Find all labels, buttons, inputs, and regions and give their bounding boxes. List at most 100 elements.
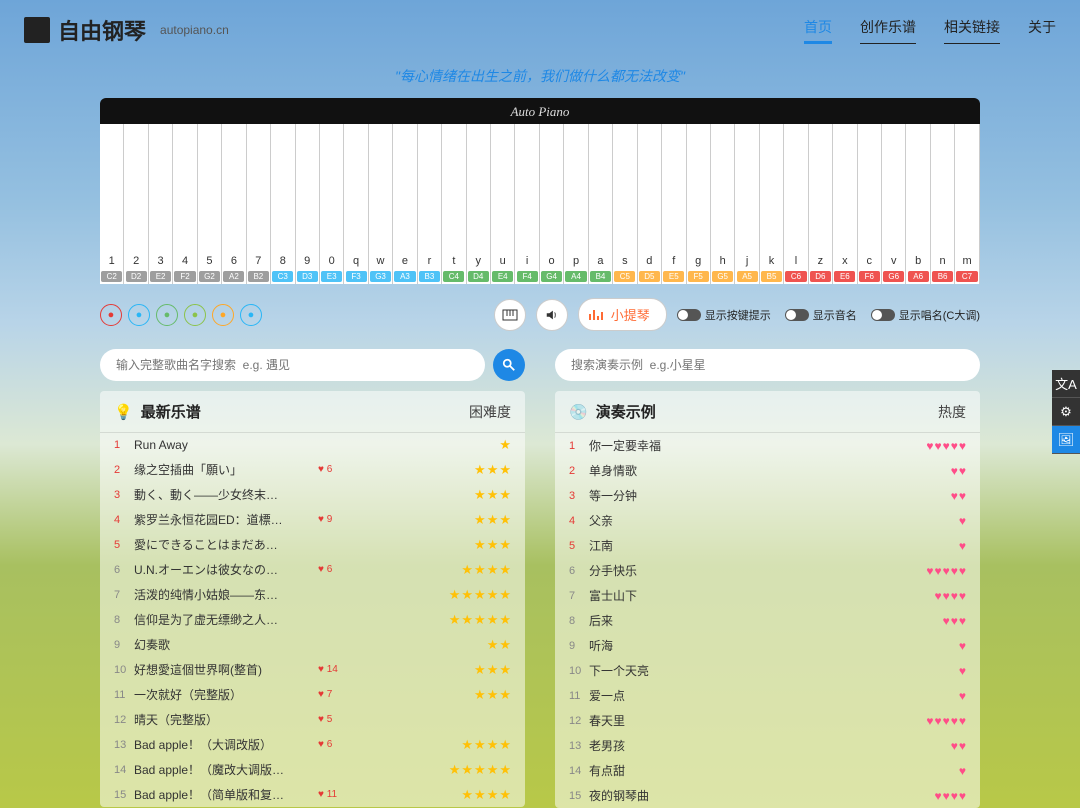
wechat-icon[interactable]: ● [156, 304, 178, 326]
keyboard-toggle-button[interactable] [494, 299, 526, 331]
score-row[interactable]: 6U.N.オーエンは彼女なの…♥ 6★★★★ [100, 557, 525, 582]
white-key[interactable]: mC7 [955, 124, 979, 284]
white-key[interactable]: xE6 [833, 124, 857, 284]
example-row[interactable]: 6分手快乐♥♥♥♥♥ [555, 558, 980, 583]
example-search-input[interactable] [555, 349, 980, 381]
example-row[interactable]: 14有点甜♥ [555, 758, 980, 783]
white-key[interactable]: rB3 [418, 124, 442, 284]
qq-icon[interactable]: ● [128, 304, 150, 326]
score-row[interactable]: 11一次就好（完整版）♥ 7★★★ [100, 682, 525, 707]
song-search-button[interactable] [493, 349, 525, 381]
likes: ♥ 6 [318, 564, 332, 575]
toggle[interactable]: 显示唱名(C大调) [871, 307, 980, 323]
white-key[interactable]: wG3 [369, 124, 393, 284]
white-key[interactable]: uE4 [491, 124, 515, 284]
nav-link[interactable]: 创作乐谱 [860, 17, 916, 44]
score-row[interactable]: 1Run Away★ [100, 433, 525, 457]
example-row[interactable]: 1你一定要幸福♥♥♥♥♥ [555, 433, 980, 458]
white-key[interactable]: 3E2 [149, 124, 173, 284]
score-row[interactable]: 8信仰是为了虚无缥缈之人…★★★★★ [100, 607, 525, 632]
white-key[interactable]: 9D3 [296, 124, 320, 284]
logo[interactable]: 自由钢琴 autopiano.cn [24, 14, 229, 46]
score-row[interactable]: 5愛にできることはまだあ…★★★ [100, 532, 525, 557]
white-key[interactable]: vG6 [882, 124, 906, 284]
score-row[interactable]: 7活泼的纯情小姑娘——东…★★★★★ [100, 582, 525, 607]
nav-link[interactable]: 首页 [804, 17, 832, 44]
white-key[interactable]: 6A2 [222, 124, 246, 284]
douban-icon[interactable]: ● [184, 304, 206, 326]
image-button[interactable]: 🖼 [1052, 426, 1080, 454]
example-row[interactable]: 3等一分钟♥♥ [555, 483, 980, 508]
translate-button[interactable]: 文A [1052, 370, 1080, 398]
example-row[interactable]: 4父亲♥ [555, 508, 980, 533]
heart-icon: ♥ [959, 714, 966, 728]
heart-icon: ♥ [951, 589, 958, 603]
white-key[interactable]: 5G2 [198, 124, 222, 284]
white-key[interactable]: lC6 [784, 124, 808, 284]
white-key[interactable]: pA4 [564, 124, 588, 284]
white-key[interactable]: eA3 [393, 124, 417, 284]
example-row[interactable]: 5江南♥ [555, 533, 980, 558]
score-row[interactable]: 9幻奏歌★★ [100, 632, 525, 657]
score-row[interactable]: 12晴天（完整版）♥ 5 [100, 707, 525, 732]
white-key[interactable]: yD4 [467, 124, 491, 284]
star-icon[interactable]: ● [212, 304, 234, 326]
weibo-icon[interactable]: ● [100, 304, 122, 326]
score-row[interactable]: 10好想愛這個世界啊(整首)♥ 14★★★ [100, 657, 525, 682]
white-key[interactable]: 0E3 [320, 124, 344, 284]
toggle-switch[interactable] [871, 309, 895, 321]
white-key[interactable]: tC4 [442, 124, 466, 284]
score-row[interactable]: 4紫罗兰永恒花园ED：道標…♥ 9★★★ [100, 507, 525, 532]
example-row[interactable]: 13老男孩♥♥ [555, 733, 980, 758]
nav-link[interactable]: 相关链接 [944, 17, 1000, 44]
settings-button[interactable]: ⚙ [1052, 398, 1080, 426]
white-key[interactable]: 1C2 [100, 124, 124, 284]
white-key[interactable]: jA5 [735, 124, 759, 284]
example-row[interactable]: 2单身情歌♥♥ [555, 458, 980, 483]
white-key[interactable]: 2D2 [124, 124, 148, 284]
white-key[interactable]: fE5 [662, 124, 686, 284]
white-key[interactable]: 4F2 [173, 124, 197, 284]
white-key[interactable]: aB4 [589, 124, 613, 284]
song-search-input[interactable] [100, 349, 485, 381]
white-key[interactable]: 7B2 [247, 124, 271, 284]
heart-icon: ♥ [959, 464, 966, 478]
white-key[interactable]: 8C3 [271, 124, 295, 284]
example-row[interactable]: 15夜的钢琴曲♥♥♥♥ [555, 783, 980, 808]
toggle[interactable]: 显示按键提示 [677, 307, 771, 323]
logo-icon [24, 17, 50, 43]
star-rating: ★ [499, 437, 511, 453]
example-row[interactable]: 8后来♥♥♥ [555, 608, 980, 633]
white-key[interactable]: hG5 [711, 124, 735, 284]
example-row[interactable]: 7富士山下♥♥♥♥ [555, 583, 980, 608]
toggle[interactable]: 显示音名 [785, 307, 857, 323]
star-icon: ★ [487, 637, 499, 653]
white-key[interactable]: qF3 [344, 124, 368, 284]
white-key[interactable]: cF6 [858, 124, 882, 284]
nav-link[interactable]: 关于 [1028, 17, 1056, 44]
white-key[interactable]: iF4 [515, 124, 539, 284]
white-key[interactable]: gF5 [687, 124, 711, 284]
white-key[interactable]: bA6 [906, 124, 930, 284]
score-row[interactable]: 2缘之空插曲「願い」♥ 6★★★ [100, 457, 525, 482]
white-key[interactable]: kB5 [760, 124, 784, 284]
white-key[interactable]: zD6 [809, 124, 833, 284]
example-row[interactable]: 10下一个天亮♥ [555, 658, 980, 683]
white-key[interactable]: nB6 [931, 124, 955, 284]
score-row[interactable]: 3動く、動く——少女终末…★★★ [100, 482, 525, 507]
example-row[interactable]: 11爱一点♥ [555, 683, 980, 708]
star-rating: ★★★ [474, 462, 511, 478]
volume-button[interactable] [536, 299, 568, 331]
white-key[interactable]: oG4 [540, 124, 564, 284]
white-key[interactable]: dD5 [638, 124, 662, 284]
white-key[interactable]: sC5 [613, 124, 637, 284]
score-row[interactable]: 14Bad apple！（魔改大调版…★★★★★ [100, 757, 525, 782]
example-row[interactable]: 12春天里♥♥♥♥♥ [555, 708, 980, 733]
toggle-switch[interactable] [785, 309, 809, 321]
instrument-select[interactable]: 小提琴 [578, 298, 667, 331]
example-row[interactable]: 9听海♥ [555, 633, 980, 658]
row-index: 5 [569, 540, 589, 552]
twitter-icon[interactable]: ● [240, 304, 262, 326]
score-row[interactable]: 13Bad apple！（大调改版）♥ 6★★★★ [100, 732, 525, 757]
toggle-switch[interactable] [677, 309, 701, 321]
